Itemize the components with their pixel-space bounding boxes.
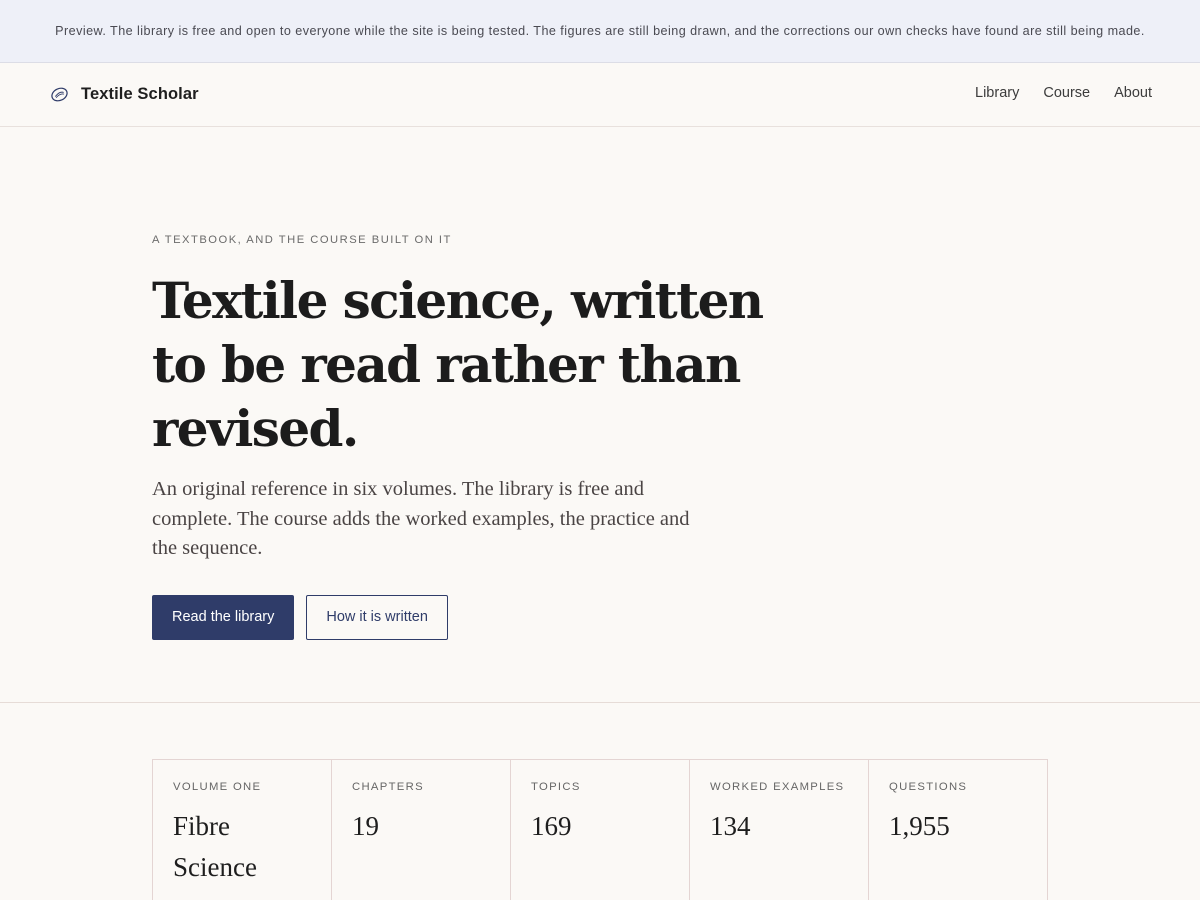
stat-value: 19 — [352, 811, 379, 841]
stat-label: Chapters — [352, 781, 424, 793]
hero-lede: An original reference in six volumes. Th… — [152, 478, 690, 559]
top-navigation: Textile Scholar Library Course About — [0, 63, 1200, 127]
brand-link[interactable]: Textile Scholar — [50, 85, 199, 104]
stat-label: Questions — [889, 781, 968, 793]
nav-link-about[interactable]: About — [1114, 85, 1152, 101]
preview-banner: Preview. The library is free and open to… — [0, 0, 1200, 63]
stat-label: Worked examples — [710, 781, 845, 793]
nav-link-library[interactable]: Library — [975, 85, 1019, 101]
thread-spool-icon — [51, 87, 68, 102]
nav-link-course[interactable]: Course — [1043, 85, 1090, 101]
stat-label: Topics — [531, 781, 581, 793]
primary-nav: Library Course About — [975, 85, 1152, 101]
stats-section: Volume one Fibre Science Chapters 19 Top… — [0, 703, 1200, 900]
read-library-button[interactable]: Read the library — [152, 594, 295, 640]
hero-title: Textile science, written to be read rath… — [152, 271, 764, 458]
stat-value: 1,955 — [889, 811, 950, 841]
brand-name: Textile Scholar — [81, 85, 199, 103]
stat-chapters: Chapters 19 — [332, 760, 511, 900]
preview-banner-text: Preview. The library is free and open to… — [55, 23, 1145, 38]
hero-actions: Read the library How it is written — [152, 594, 1200, 640]
stat-questions: Questions 1,955 — [869, 760, 1047, 900]
how-it-is-written-button[interactable]: How it is written — [306, 594, 448, 640]
stat-worked-examples: Worked examples 134 — [690, 760, 869, 900]
stat-topics: Topics 169 — [511, 760, 690, 900]
stat-value: Fibre Science — [173, 811, 257, 882]
stat-value: 169 — [531, 811, 572, 841]
stats-grid: Volume one Fibre Science Chapters 19 Top… — [152, 759, 1048, 900]
hero-eyebrow: A textbook, and the course built on it — [152, 234, 452, 246]
stat-value: 134 — [710, 811, 751, 841]
stat-volume-one: Volume one Fibre Science — [153, 760, 332, 900]
hero-section: A textbook, and the course built on it T… — [0, 127, 1200, 703]
stat-label: Volume one — [173, 781, 262, 793]
